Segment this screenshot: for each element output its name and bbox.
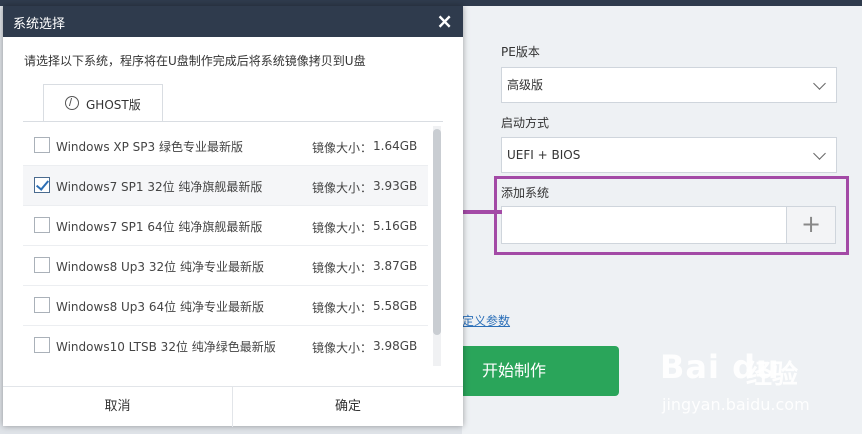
list-item[interactable]: Windows8 Up3 64位 纯净专业最新版 镜像大小： 5.58GB [23, 286, 428, 326]
dialog-titlebar: 系统选择 × [3, 6, 463, 37]
tab-ghost[interactable]: GHOST版 [43, 84, 163, 122]
image-size-label: 镜像大小： [312, 181, 373, 195]
start-make-button[interactable]: 开始制作 [462, 346, 619, 396]
boot-mode-value: UEFI + BIOS [507, 148, 581, 162]
chevron-down-icon [813, 77, 826, 90]
image-size-value: 3.93GB [373, 179, 418, 193]
list-item[interactable]: Windows7 SP1 32位 纯净旗舰最新版 镜像大小： 3.93GB [23, 166, 428, 206]
system-list: Windows XP SP3 绿色专业最新版 镜像大小： 1.64GB Windows… [23, 126, 448, 364]
custom-params-link[interactable]: 定义参数 [462, 312, 510, 329]
checkbox[interactable] [34, 137, 50, 153]
system-name: Windows10 LTSB 32位 纯净绿色最新版 [56, 340, 276, 354]
boot-mode-select[interactable]: UEFI + BIOS [501, 137, 837, 173]
cancel-button[interactable]: 取消 [3, 387, 233, 427]
system-name: Windows7 SP1 32位 纯净旗舰最新版 [56, 180, 263, 194]
system-name: Windows8 Up3 32位 纯净专业最新版 [56, 260, 264, 274]
chevron-down-icon [813, 147, 826, 160]
image-size-label: 镜像大小： [312, 301, 373, 315]
pe-version-value: 高级版 [507, 78, 544, 92]
dialog-title: 系统选择 [13, 17, 66, 32]
scrollbar-thumb[interactable] [433, 129, 441, 335]
list-item[interactable]: Windows8 Up3 32位 纯净专业最新版 镜像大小： 3.87GB [23, 246, 428, 286]
tab-ghost-label: GHOST版 [86, 98, 141, 112]
ghost-disc-icon [65, 96, 79, 110]
watermark-jingyan: 经验 [746, 360, 799, 390]
image-size-value: 3.87GB [373, 259, 418, 273]
list-item[interactable]: Windows10 LTSB 32位 纯净绿色最新版 镜像大小： 3.98GB [23, 326, 428, 364]
watermark-url: jingyan.baidu.com [662, 395, 810, 414]
pe-version-label: PE版本 [501, 45, 540, 59]
image-size-value: 5.58GB [373, 299, 418, 313]
image-size-value: 3.98GB [373, 339, 418, 353]
checkbox[interactable] [34, 257, 50, 273]
system-name: Windows8 Up3 64位 纯净专业最新版 [56, 300, 264, 314]
dialog-instruction: 请选择以下系统，程序将在U盘制作完成后将系统镜像拷贝到U盘 [24, 54, 366, 68]
system-name: Windows7 SP1 64位 纯净旗舰最新版 [56, 220, 263, 234]
list-item[interactable]: Windows XP SP3 绿色专业最新版 镜像大小： 1.64GB [23, 126, 428, 166]
pe-version-select[interactable]: 高级版 [501, 67, 837, 103]
checkbox[interactable] [34, 177, 50, 193]
image-size-label: 镜像大小： [312, 141, 373, 155]
checkbox[interactable] [34, 337, 50, 353]
image-size-value: 5.16GB [373, 219, 418, 233]
baidu-jingyan-watermark: Bai du 经验 jingyan.baidu.com [660, 340, 860, 420]
tab-divider [23, 121, 443, 122]
boot-mode-label: 启动方式 [501, 116, 550, 130]
list-scrollbar[interactable] [433, 126, 441, 366]
checkbox[interactable] [34, 217, 50, 233]
image-size-label: 镜像大小： [312, 261, 373, 275]
close-icon[interactable]: × [436, 9, 453, 33]
system-name: Windows XP SP3 绿色专业最新版 [56, 140, 243, 154]
list-item[interactable]: Windows7 SP1 64位 纯净旗舰最新版 镜像大小： 5.16GB [23, 206, 428, 246]
image-size-value: 1.64GB [373, 139, 418, 153]
highlight-annotation-box [494, 176, 849, 255]
checkbox[interactable] [34, 297, 50, 313]
system-select-dialog: 系统选择 × 请选择以下系统，程序将在U盘制作完成后将系统镜像拷贝到U盘 GHO… [3, 6, 463, 427]
image-size-label: 镜像大小： [312, 341, 373, 355]
dialog-footer: 取消 确定 [3, 386, 463, 427]
image-size-label: 镜像大小： [312, 221, 373, 235]
confirm-button[interactable]: 确定 [233, 387, 463, 427]
